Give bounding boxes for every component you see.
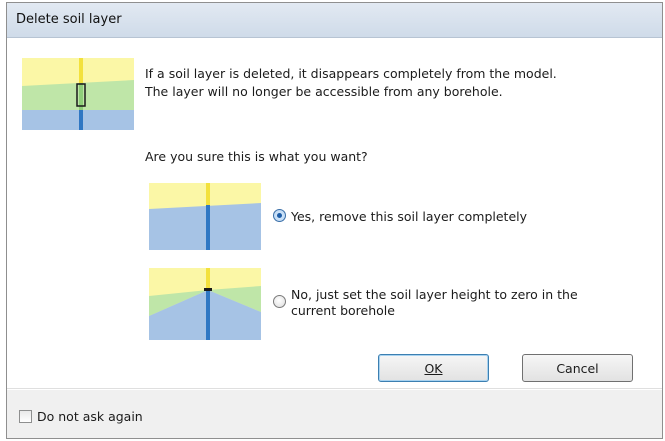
option-remove-completely[interactable]: Yes, remove this soil layer completely — [273, 209, 527, 225]
remove-layer-illustration — [149, 183, 261, 250]
dialog-message: If a soil layer is deleted, it disappear… — [145, 65, 557, 101]
title-bar: Delete soil layer — [7, 3, 662, 38]
borehole-top — [206, 183, 210, 205]
delete-soil-layer-dialog: Delete soil layer If a soil layer is del… — [6, 2, 663, 439]
option-zero-height[interactable]: No, just set the soil layer height to ze… — [273, 287, 578, 319]
message-line-1: If a soil layer is deleted, it disappear… — [145, 66, 557, 81]
option-zero-height-label: No, just set the soil layer height to ze… — [291, 287, 578, 318]
soil-layer-delete-illustration — [22, 58, 134, 130]
dialog-footer: Do not ask again — [7, 388, 662, 438]
borehole-top — [79, 58, 83, 83]
radio-remove-completely[interactable] — [273, 209, 286, 222]
radio-zero-height[interactable] — [273, 295, 286, 308]
borehole-bottom — [206, 290, 210, 340]
option-remove-label: Yes, remove this soil layer completely — [291, 209, 528, 224]
do-not-ask-again-option[interactable]: Do not ask again — [19, 409, 143, 424]
message-line-2: The layer will no longer be accessible f… — [145, 84, 503, 99]
zero-height-illustration — [149, 268, 261, 340]
borehole-bottom — [206, 205, 210, 250]
do-not-ask-again-label: Do not ask again — [37, 409, 143, 424]
do-not-ask-again-checkbox[interactable] — [19, 410, 32, 423]
dialog-content: If a soil layer is deleted, it disappear… — [7, 38, 662, 390]
dialog-title: Delete soil layer — [16, 12, 122, 27]
borehole-top — [206, 268, 210, 290]
ok-button[interactable]: OK — [378, 354, 489, 382]
zero-height-marker — [204, 288, 212, 291]
bottom-soil-layer — [22, 110, 134, 130]
borehole-bottom — [79, 110, 83, 130]
cancel-button[interactable]: Cancel — [522, 354, 633, 382]
footer-divider — [7, 388, 662, 389]
confirmation-question: Are you sure this is what you want? — [145, 149, 368, 164]
